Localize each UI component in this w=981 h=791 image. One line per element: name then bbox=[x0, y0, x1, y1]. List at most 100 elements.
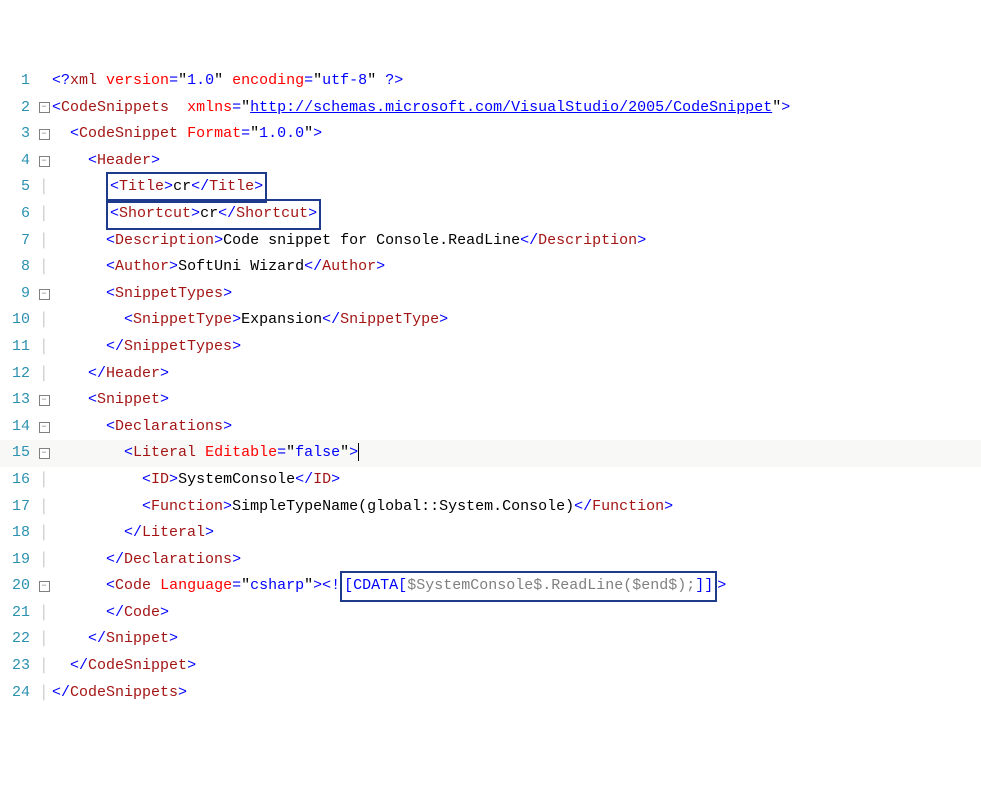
line-number: 2 bbox=[0, 95, 36, 122]
code-content[interactable]: <SnippetTypes> bbox=[52, 281, 232, 308]
line-number: 4 bbox=[0, 148, 36, 175]
fold-guide: │ bbox=[40, 201, 48, 228]
fold-guide: │ bbox=[40, 653, 48, 680]
code-content[interactable]: </Code> bbox=[52, 600, 169, 627]
fold-gutter: − bbox=[36, 581, 52, 592]
code-line[interactable]: 8│ <Author>SoftUni Wizard</Author> bbox=[0, 254, 981, 281]
fold-toggle[interactable]: − bbox=[39, 129, 50, 140]
fold-toggle[interactable]: − bbox=[39, 422, 50, 433]
code-line[interactable]: 15− <Literal Editable="false"> bbox=[0, 440, 981, 467]
fold-toggle[interactable]: − bbox=[39, 448, 50, 459]
line-number: 20 bbox=[0, 573, 36, 600]
code-content[interactable]: </SnippetTypes> bbox=[52, 334, 241, 361]
code-content[interactable]: </CodeSnippet> bbox=[52, 653, 196, 680]
code-line[interactable]: 19│ </Declarations> bbox=[0, 547, 981, 574]
code-line[interactable]: 18│ </Literal> bbox=[0, 520, 981, 547]
code-line[interactable]: 3− <CodeSnippet Format="1.0.0"> bbox=[0, 121, 981, 148]
code-line[interactable]: 12│ </Header> bbox=[0, 361, 981, 388]
text-cursor bbox=[358, 443, 359, 461]
highlight-box: <Shortcut>cr</Shortcut> bbox=[106, 199, 321, 230]
code-line[interactable]: 2−<CodeSnippets xmlns="http://schemas.mi… bbox=[0, 95, 981, 122]
code-line[interactable]: 10│ <SnippetType>Expansion</SnippetType> bbox=[0, 307, 981, 334]
code-line[interactable]: 5│ <Title>cr</Title> bbox=[0, 174, 981, 201]
code-content[interactable]: <CodeSnippet Format="1.0.0"> bbox=[52, 121, 322, 148]
code-content[interactable]: </CodeSnippets> bbox=[52, 680, 187, 707]
line-number: 3 bbox=[0, 121, 36, 148]
line-number: 11 bbox=[0, 334, 36, 361]
fold-guide: │ bbox=[40, 174, 48, 201]
code-line[interactable]: 16│ <ID>SystemConsole</ID> bbox=[0, 467, 981, 494]
code-content[interactable]: </Literal> bbox=[52, 520, 214, 547]
line-number: 6 bbox=[0, 201, 36, 228]
fold-gutter: │ bbox=[36, 600, 52, 627]
line-number: 1 bbox=[0, 68, 36, 95]
line-number: 19 bbox=[0, 547, 36, 574]
line-number: 9 bbox=[0, 281, 36, 308]
line-number: 17 bbox=[0, 494, 36, 521]
code-line[interactable]: 17│ <Function>SimpleTypeName(global::Sys… bbox=[0, 494, 981, 521]
line-number: 13 bbox=[0, 387, 36, 414]
code-content[interactable]: <Function>SimpleTypeName(global::System.… bbox=[52, 494, 673, 521]
code-editor[interactable]: 1 <?xml version="1.0" encoding="utf-8" ?>… bbox=[0, 68, 981, 706]
fold-guide: │ bbox=[40, 307, 48, 334]
code-content[interactable]: </Declarations> bbox=[52, 547, 241, 574]
code-line[interactable]: 9− <SnippetTypes> bbox=[0, 281, 981, 308]
fold-guide: │ bbox=[40, 467, 48, 494]
code-line[interactable]: 13− <Snippet> bbox=[0, 387, 981, 414]
code-line[interactable]: 23│ </CodeSnippet> bbox=[0, 653, 981, 680]
code-line[interactable]: 14− <Declarations> bbox=[0, 414, 981, 441]
fold-gutter: │ bbox=[36, 547, 52, 574]
code-line[interactable]: 6│ <Shortcut>cr</Shortcut> bbox=[0, 201, 981, 228]
fold-gutter: − bbox=[36, 289, 52, 300]
code-content[interactable]: <Description>Code snippet for Console.Re… bbox=[52, 228, 646, 255]
line-number: 24 bbox=[0, 680, 36, 707]
code-content[interactable]: <SnippetType>Expansion</SnippetType> bbox=[52, 307, 448, 334]
code-line[interactable]: 20− <Code Language="csharp"><![CDATA[$Sy… bbox=[0, 573, 981, 600]
fold-gutter: │ bbox=[36, 334, 52, 361]
code-content[interactable]: <Literal Editable="false"> bbox=[52, 440, 359, 467]
code-content[interactable]: <CodeSnippets xmlns="http://schemas.micr… bbox=[52, 95, 790, 122]
fold-toggle[interactable]: − bbox=[39, 581, 50, 592]
line-number: 16 bbox=[0, 467, 36, 494]
fold-gutter: − bbox=[36, 395, 52, 406]
fold-gutter: │ bbox=[36, 361, 52, 388]
code-line[interactable]: 4− <Header> bbox=[0, 148, 981, 175]
fold-gutter: − bbox=[36, 102, 52, 113]
fold-toggle[interactable]: − bbox=[39, 156, 50, 167]
fold-gutter: │ bbox=[36, 174, 52, 201]
fold-toggle[interactable]: − bbox=[39, 289, 50, 300]
line-number: 5 bbox=[0, 174, 36, 201]
code-line[interactable]: 11│ </SnippetTypes> bbox=[0, 334, 981, 361]
line-number: 18 bbox=[0, 520, 36, 547]
code-line[interactable]: 7│ <Description>Code snippet for Console… bbox=[0, 228, 981, 255]
code-line[interactable]: 21│ </Code> bbox=[0, 600, 981, 627]
fold-guide: │ bbox=[40, 600, 48, 627]
fold-guide: │ bbox=[40, 520, 48, 547]
code-line[interactable]: 1 <?xml version="1.0" encoding="utf-8" ?> bbox=[0, 68, 981, 95]
fold-gutter: │ bbox=[36, 653, 52, 680]
fold-toggle[interactable]: − bbox=[39, 102, 50, 113]
line-number: 12 bbox=[0, 361, 36, 388]
code-content[interactable]: <Code Language="csharp"><![CDATA[$System… bbox=[52, 571, 726, 602]
code-content[interactable]: <Snippet> bbox=[52, 387, 169, 414]
code-content[interactable]: <Shortcut>cr</Shortcut> bbox=[52, 199, 321, 230]
fold-gutter: │ bbox=[36, 680, 52, 707]
fold-guide: │ bbox=[40, 547, 48, 574]
line-number: 8 bbox=[0, 254, 36, 281]
code-line[interactable]: 24│</CodeSnippets> bbox=[0, 680, 981, 707]
code-content[interactable]: <Header> bbox=[52, 148, 160, 175]
code-content[interactable]: <ID>SystemConsole</ID> bbox=[52, 467, 340, 494]
fold-toggle[interactable]: − bbox=[39, 395, 50, 406]
code-content[interactable]: <Author>SoftUni Wizard</Author> bbox=[52, 254, 385, 281]
fold-gutter: − bbox=[36, 422, 52, 433]
line-number: 14 bbox=[0, 414, 36, 441]
fold-guide: │ bbox=[40, 680, 48, 707]
code-content[interactable]: </Header> bbox=[52, 361, 169, 388]
fold-guide: │ bbox=[40, 361, 48, 388]
fold-gutter: │ bbox=[36, 254, 52, 281]
code-content[interactable]: <?xml version="1.0" encoding="utf-8" ?> bbox=[52, 68, 403, 95]
line-number: 10 bbox=[0, 307, 36, 334]
fold-gutter: │ bbox=[36, 228, 52, 255]
code-content[interactable]: <Declarations> bbox=[52, 414, 232, 441]
fold-guide: │ bbox=[40, 254, 48, 281]
